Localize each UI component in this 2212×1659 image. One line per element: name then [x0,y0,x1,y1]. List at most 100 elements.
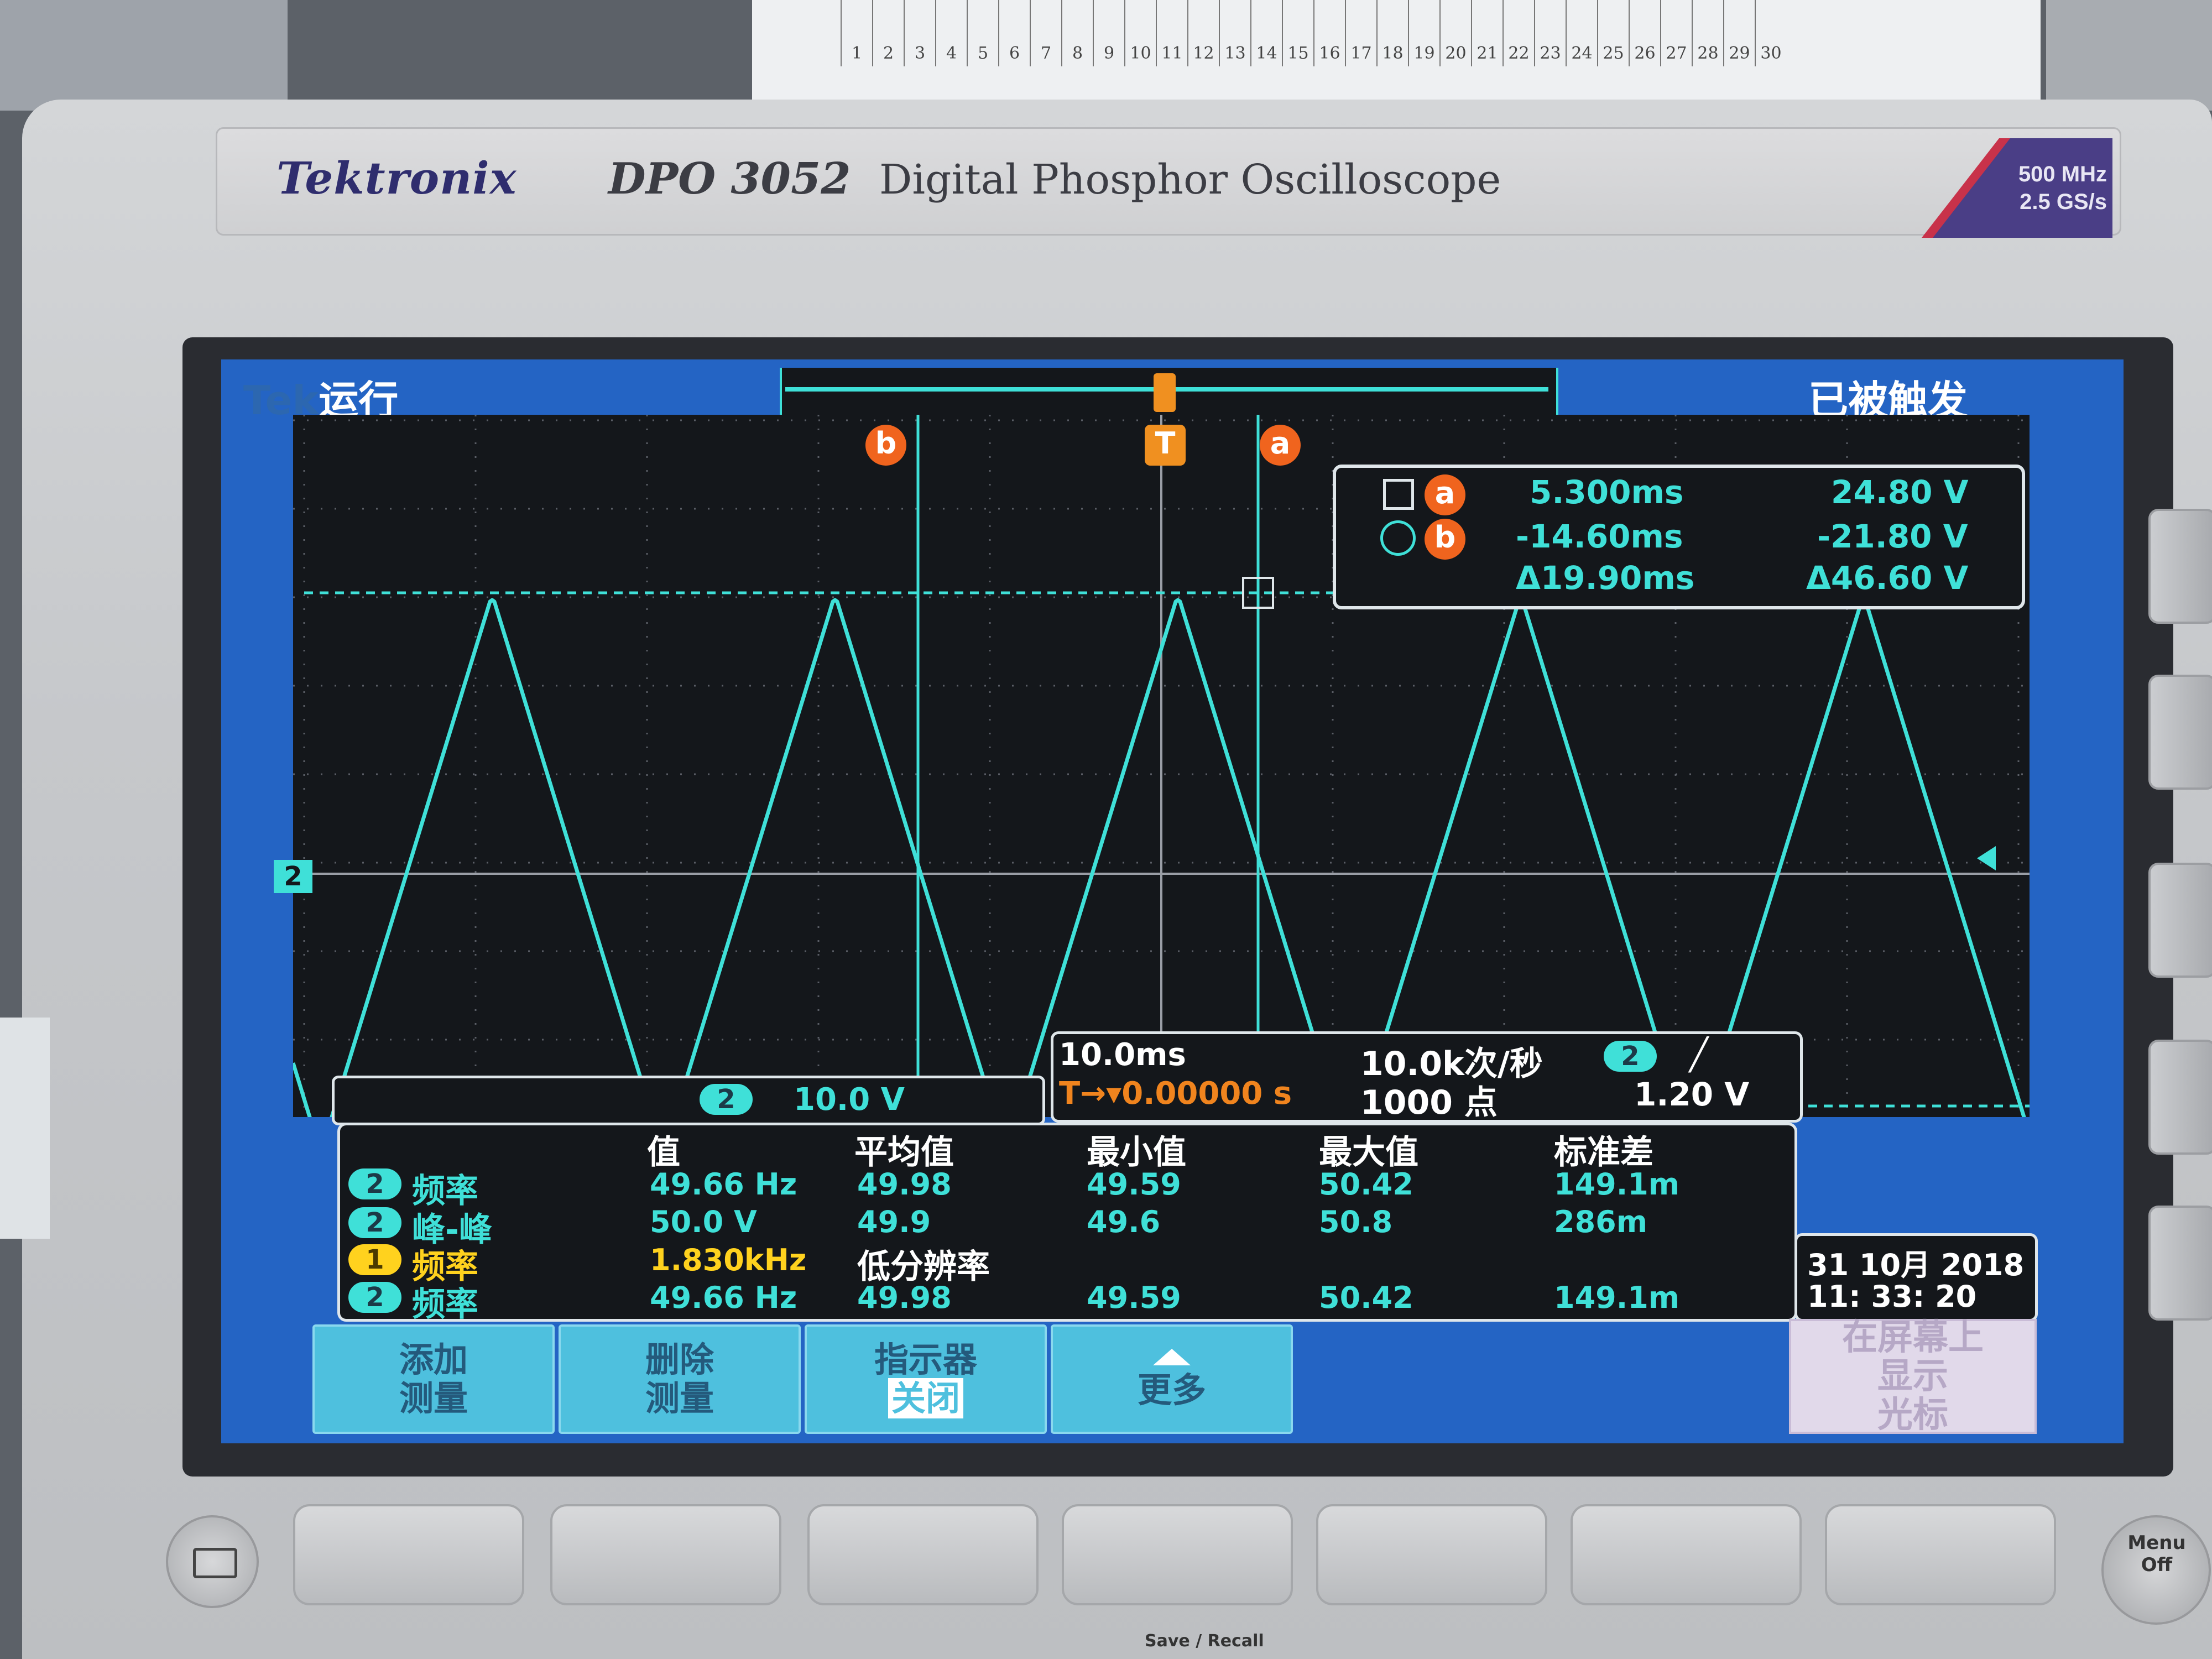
more-up-arrow-icon [1153,1349,1191,1365]
add-measurement-button[interactable]: 添加 测量 [312,1324,555,1434]
side-button-label-3: 光标 [1877,1395,1948,1436]
header-value: 值 [647,1133,680,1172]
model-description: Digital Phosphor Oscilloscope [879,156,1501,204]
row-0-max: 50.42 [1319,1167,1413,1202]
remove-measurement-label-2: 测量 [645,1378,714,1418]
paper-number: 12 [1187,0,1219,66]
paper-number: 18 [1376,0,1408,66]
background-wall [0,0,288,111]
side-bezel-button-3[interactable] [2148,863,2212,978]
menu-off-label: Menu Off [2124,1532,2190,1576]
more-button[interactable]: 更多 [1051,1324,1293,1434]
trigger-position-icon[interactable] [1154,373,1176,412]
side-bezel-button-2[interactable] [2148,675,2212,790]
bezel-button-7[interactable] [1825,1504,2056,1605]
bezel-button-6[interactable] [1571,1504,1802,1605]
paper-number: 26 [1629,0,1660,66]
date: 31 10月 2018 [1807,1248,2025,1282]
row-1-stddev: 286m [1554,1204,1647,1239]
paper-number: 13 [1219,0,1250,66]
row-0-value: 49.66 Hz [650,1167,797,1202]
trigger-marker[interactable]: T [1145,425,1186,466]
sample-rate-label: 2.5 GS/s [2020,190,2107,214]
trigger-slope-icon: ╱ [1689,1037,1708,1073]
channel-2-badge: 2 [700,1084,753,1115]
row-3-min: 49.59 [1087,1280,1181,1315]
print-button[interactable] [166,1515,259,1608]
paper-number: 6 [998,0,1030,66]
paper-number: 27 [1660,0,1692,66]
bezel-button-4[interactable] [1062,1504,1293,1605]
paper-number: 30 [1755,0,1786,66]
indicator-button[interactable]: 指示器 关闭 [805,1324,1047,1434]
paper-number: 20 [1439,0,1471,66]
bandwidth-label: 500 MHz [2018,162,2107,186]
model-name: DPO 3052 [608,154,851,204]
paper-number: 21 [1471,0,1503,66]
paper-number: 19 [1408,0,1439,66]
side-bezel-button-1[interactable] [2148,509,2212,624]
cursor-b-circle-icon [1380,520,1416,556]
spec-badge-text: 500 MHz 2.5 GS/s [1969,160,2107,216]
cursor-a-badge: a [1425,474,1465,515]
cursor-a-marker[interactable]: a [1260,425,1301,466]
row-3-stddev: 149.1m [1554,1280,1680,1315]
paper-number: 24 [1566,0,1597,66]
trigger-level: 1.20 V [1634,1076,1750,1113]
paper-number: 14 [1250,0,1282,66]
menu-label: Menu [2127,1532,2186,1554]
horizontal-trigger-readout[interactable]: 10.0ms T→▾0.00000 s 10.0k次/秒 1000 点 2 ╱ … [1051,1031,1803,1123]
measurement-panel: 值 平均值 最小值 最大值 标准差 2 频率 49.66 Hz 49.98 49… [337,1123,1797,1324]
remove-measurement-label-1: 删除 [645,1339,714,1380]
paper-number: 1 [841,0,872,66]
show-cursors-on-screen-button[interactable]: 在屏幕上 显示 光标 [1789,1318,2037,1436]
time: 11: 33: 20 [1807,1279,1977,1314]
paper-number: 5 [967,0,998,66]
row-0-mean: 49.98 [857,1167,952,1202]
save-recall-label: Save / Recall [1145,1631,1264,1651]
cursor-b-marker[interactable]: b [865,425,906,466]
bezel-button-3[interactable] [807,1504,1039,1605]
row-1-value: 50.0 V [650,1204,757,1239]
row-3-max: 50.42 [1319,1280,1413,1315]
row-1-min: 49.6 [1087,1204,1161,1239]
more-label: 更多 [1137,1370,1206,1410]
bezel-button-2[interactable] [550,1504,781,1605]
indicator-off-label: 关闭 [807,1378,1045,1418]
brand-logo: Tektronix [276,152,517,204]
row-0-min: 49.59 [1087,1167,1181,1202]
row-3-channel: 2 [348,1282,401,1313]
cursor-a-voltage: 24.80 V [1831,473,1969,511]
bezel-button-1[interactable] [293,1504,524,1605]
cursor-delta-time: Δ19.90ms [1516,559,1695,597]
paper-number: 16 [1313,0,1345,66]
paper-number: 4 [935,0,967,66]
paper-number: 17 [1345,0,1376,66]
indicator-label: 指示器 [874,1339,977,1380]
paper-number: 10 [1124,0,1156,66]
header-mean: 平均值 [854,1133,954,1172]
channel-2-ground-marker[interactable]: 2 [274,860,312,893]
cursor-b-voltage: -21.80 V [1817,518,1968,555]
side-button-label-2: 显示 [1877,1356,1948,1397]
add-measurement-label-1: 添加 [399,1339,468,1380]
row-3-name: 频率 [412,1285,478,1324]
side-bezel-button-5[interactable] [2148,1206,2212,1321]
paper-number: 11 [1156,0,1187,66]
row-0-stddev: 149.1m [1554,1167,1680,1202]
add-measurement-label-2: 测量 [399,1378,468,1418]
channel-scale-readout[interactable]: 2 10.0 V [332,1076,1045,1125]
paper-number: 7 [1030,0,1061,66]
row-2-channel: 1 [348,1244,401,1275]
paper-number-row: 1 2 3 4 5 6 7 8 9 10 11 12 13 14 15 16 17 18 19 20 21 22 23 24 2… [841,0,1786,66]
bezel-button-5[interactable] [1316,1504,1547,1605]
record-length: 1000 点 [1360,1083,1498,1122]
cursor-b-time: -14.60ms [1516,518,1683,555]
side-bezel-button-4[interactable] [2148,1040,2212,1155]
paper-number: 9 [1093,0,1124,66]
trigger-level-arrow-icon [1977,846,1996,870]
row-1-max: 50.8 [1319,1204,1393,1239]
row-3-value: 49.66 Hz [650,1280,797,1315]
remove-measurement-button[interactable]: 删除 测量 [559,1324,801,1434]
paper-number: 8 [1061,0,1093,66]
